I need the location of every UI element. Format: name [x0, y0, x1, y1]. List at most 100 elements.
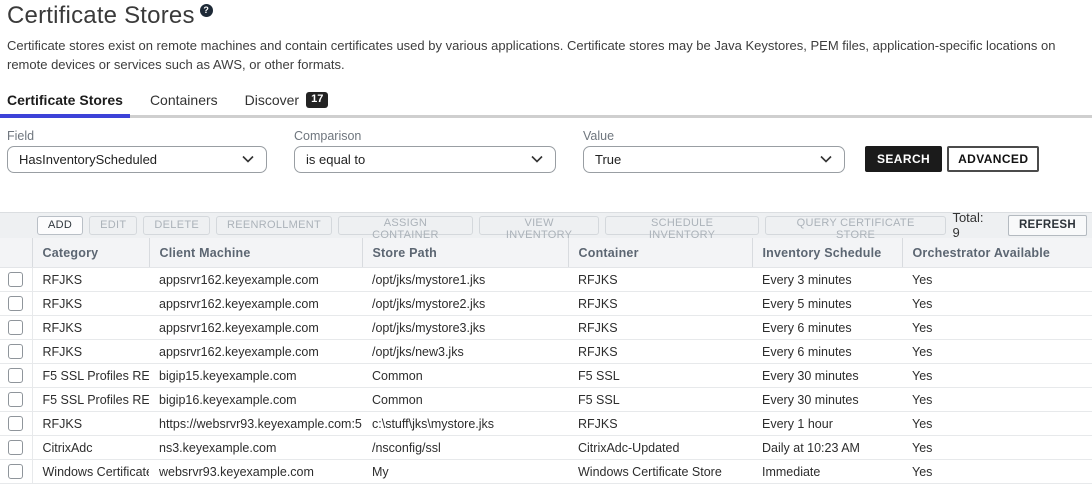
- value-filter-group: Value True: [583, 129, 845, 173]
- row-checkbox-cell: [0, 436, 32, 460]
- tab-label: Certificate Stores: [7, 92, 123, 108]
- toolbar-buttons: ADDEDITDELETEREENROLLMENTASSIGN CONTAINE…: [37, 216, 952, 235]
- cell-client-machine: appsrvr162.keyexample.com: [149, 292, 362, 316]
- cell-client-machine: https://websrvr93.keyexample.com:5986: [149, 412, 362, 436]
- cell-orchestrator-available: Yes: [902, 292, 1092, 316]
- tab-bar: Certificate Stores Containers Discover 17: [0, 90, 1092, 118]
- column-header-client-machine[interactable]: Client Machine: [149, 238, 362, 268]
- table-row: RFJKShttps://websrvr93.keyexample.com:59…: [0, 412, 1092, 436]
- comparison-select[interactable]: is equal to: [294, 146, 556, 173]
- tab-label: Containers: [150, 92, 218, 108]
- cell-inventory-schedule: Every 5 minutes: [752, 292, 902, 316]
- field-select[interactable]: HasInventoryScheduled: [7, 146, 267, 173]
- field-filter-group: Field HasInventoryScheduled: [7, 129, 267, 173]
- cell-orchestrator-available: Yes: [902, 340, 1092, 364]
- cell-container: RFJKS: [568, 268, 752, 292]
- chevron-down-icon: [820, 155, 832, 163]
- cell-store-path: /nsconfig/ssl: [362, 436, 568, 460]
- value-select[interactable]: True: [583, 146, 845, 173]
- tab-label: Discover: [245, 92, 299, 108]
- cell-container: RFJKS: [568, 412, 752, 436]
- tab-containers[interactable]: Containers: [143, 90, 225, 115]
- cell-category: RFJKS: [32, 340, 149, 364]
- row-checkbox[interactable]: [8, 464, 23, 479]
- table-row: Windows Certificatewebsrvr93.keyexample.…: [0, 460, 1092, 484]
- tab-discover[interactable]: Discover 17: [238, 90, 336, 115]
- cell-client-machine: ns3.keyexample.com: [149, 436, 362, 460]
- reenrollment-button: REENROLLMENT: [216, 216, 332, 235]
- table-row: RFJKSappsrvr162.keyexample.com/opt/jks/m…: [0, 292, 1092, 316]
- row-checkbox-cell: [0, 388, 32, 412]
- cell-orchestrator-available: Yes: [902, 412, 1092, 436]
- cell-client-machine: bigip15.keyexample.com: [149, 364, 362, 388]
- certificate-stores-grid: ADDEDITDELETEREENROLLMENTASSIGN CONTAINE…: [0, 212, 1092, 485]
- table-row: RFJKSappsrvr162.keyexample.com/opt/jks/m…: [0, 268, 1092, 292]
- cell-client-machine: appsrvr162.keyexample.com: [149, 316, 362, 340]
- row-checkbox[interactable]: [8, 368, 23, 383]
- cell-store-path: /opt/jks/mystore2.jks: [362, 292, 568, 316]
- cell-orchestrator-available: Yes: [902, 364, 1092, 388]
- field-label: Field: [7, 129, 267, 143]
- delete-button: DELETE: [143, 216, 210, 235]
- cell-category: RFJKS: [32, 268, 149, 292]
- column-header-inventory-schedule[interactable]: Inventory Schedule: [752, 238, 902, 268]
- cell-client-machine: appsrvr162.keyexample.com: [149, 340, 362, 364]
- refresh-button[interactable]: REFRESH: [1008, 215, 1087, 236]
- row-checkbox-cell: [0, 340, 32, 364]
- advanced-button[interactable]: ADVANCED: [947, 146, 1039, 172]
- column-header-orchestrator-available[interactable]: Orchestrator Available: [902, 238, 1092, 268]
- cell-category: RFJKS: [32, 292, 149, 316]
- cell-category: RFJKS: [32, 412, 149, 436]
- page-header: Certificate Stores ? Certificate stores …: [0, 0, 1092, 75]
- row-checkbox[interactable]: [8, 416, 23, 431]
- tab-certificate-stores[interactable]: Certificate Stores: [0, 90, 130, 115]
- cell-store-path: Common: [362, 364, 568, 388]
- row-checkbox[interactable]: [8, 272, 23, 287]
- cell-orchestrator-available: Yes: [902, 268, 1092, 292]
- comparison-filter-group: Comparison is equal to: [294, 129, 556, 173]
- cell-category: F5 SSL Profiles REST: [32, 388, 149, 412]
- cell-client-machine: appsrvr162.keyexample.com: [149, 268, 362, 292]
- add-button[interactable]: ADD: [37, 216, 83, 235]
- row-checkbox[interactable]: [8, 392, 23, 407]
- help-icon[interactable]: ?: [200, 4, 213, 17]
- table-row: RFJKSappsrvr162.keyexample.com/opt/jks/n…: [0, 340, 1092, 364]
- cell-client-machine: websrvr93.keyexample.com: [149, 460, 362, 484]
- table-header-row: CategoryClient MachineStore PathContaine…: [0, 238, 1092, 268]
- table-row: RFJKSappsrvr162.keyexample.com/opt/jks/m…: [0, 316, 1092, 340]
- query-certificate-store-button: QUERY CERTIFICATE STORE: [765, 216, 947, 235]
- cell-container: F5 SSL: [568, 388, 752, 412]
- cell-inventory-schedule: Immediate: [752, 460, 902, 484]
- chevron-down-icon: [531, 155, 543, 163]
- column-header-store-path[interactable]: Store Path: [362, 238, 568, 268]
- discover-count-badge: 17: [306, 92, 328, 108]
- comparison-select-value: is equal to: [306, 152, 365, 167]
- column-header-container[interactable]: Container: [568, 238, 752, 268]
- column-header-category[interactable]: Category: [32, 238, 149, 268]
- cell-inventory-schedule: Every 30 minutes: [752, 388, 902, 412]
- certificate-stores-page: Certificate Stores ? Certificate stores …: [0, 0, 1092, 488]
- cell-client-machine: bigip16.keyexample.com: [149, 388, 362, 412]
- edit-button: EDIT: [89, 216, 137, 235]
- cell-container: Windows Certificate Store: [568, 460, 752, 484]
- row-checkbox[interactable]: [8, 320, 23, 335]
- cell-container: RFJKS: [568, 292, 752, 316]
- cell-inventory-schedule: Every 6 minutes: [752, 316, 902, 340]
- cell-inventory-schedule: Every 3 minutes: [752, 268, 902, 292]
- cell-container: RFJKS: [568, 340, 752, 364]
- total-count: Total: 9: [952, 210, 994, 240]
- cell-orchestrator-available: Yes: [902, 388, 1092, 412]
- value-label: Value: [583, 129, 845, 143]
- row-checkbox[interactable]: [8, 440, 23, 455]
- comparison-label: Comparison: [294, 129, 556, 143]
- cell-inventory-schedule: Every 30 minutes: [752, 364, 902, 388]
- row-checkbox-cell: [0, 412, 32, 436]
- cell-container: F5 SSL: [568, 364, 752, 388]
- cell-orchestrator-available: Yes: [902, 436, 1092, 460]
- table-row: CitrixAdcns3.keyexample.com/nsconfig/ssl…: [0, 436, 1092, 460]
- row-checkbox-cell: [0, 460, 32, 484]
- search-button[interactable]: SEARCH: [865, 146, 942, 172]
- row-checkbox[interactable]: [8, 296, 23, 311]
- cell-container: RFJKS: [568, 316, 752, 340]
- row-checkbox[interactable]: [8, 344, 23, 359]
